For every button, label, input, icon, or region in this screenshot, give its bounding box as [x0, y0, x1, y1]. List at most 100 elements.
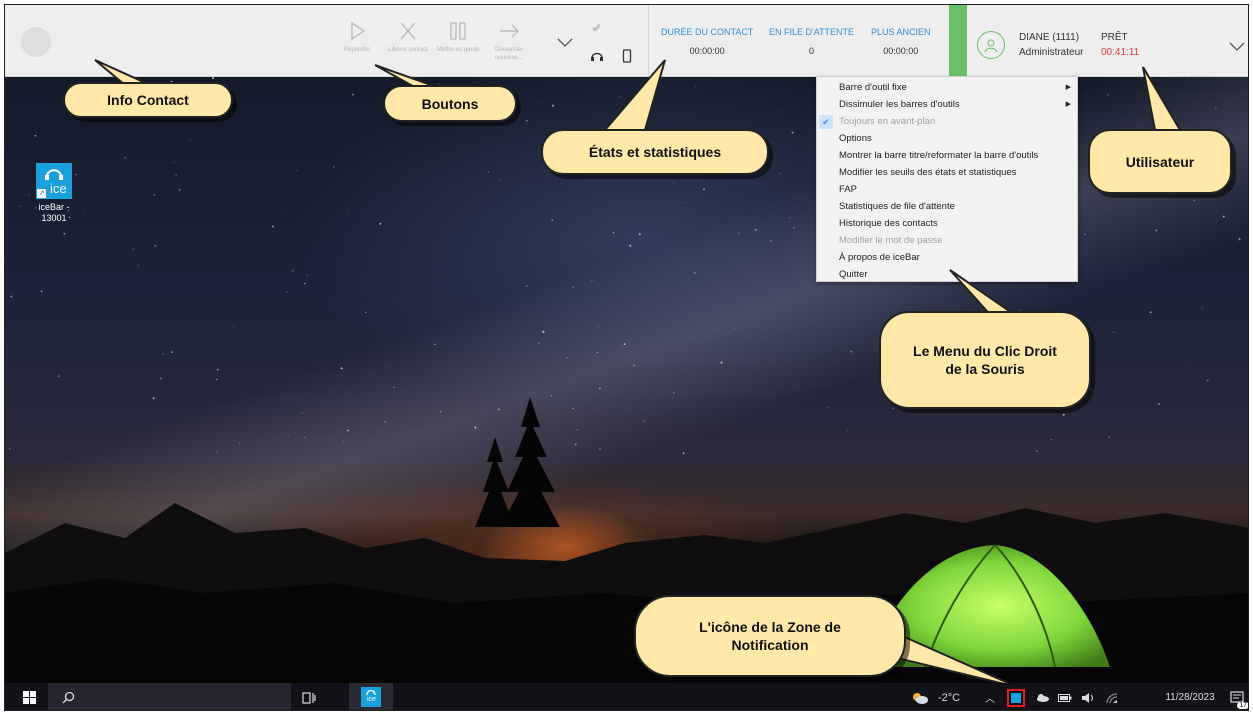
stat-queue: EN FILE D'ATTENTE 0	[769, 27, 854, 56]
statistics-panel: DURÉE DU CONTACT 00:00:00 EN FILE D'ATTE…	[648, 5, 948, 77]
onedrive-cloud-icon[interactable]	[1033, 683, 1053, 710]
weather-icon[interactable]	[909, 683, 931, 710]
menu-item-always-on-top[interactable]: ✔ Toujours en avant-plan	[817, 113, 1077, 130]
star	[1222, 215, 1225, 218]
star	[629, 244, 632, 247]
answer-button[interactable]: Répondre	[332, 19, 382, 69]
star	[313, 260, 314, 261]
menu-item-label: Statistiques de file d'attente	[839, 201, 955, 212]
windows-logo-icon	[22, 691, 36, 704]
menu-item-about[interactable]: À propos de iceBar	[817, 249, 1077, 266]
taskbar-icebar-app[interactable]: ice	[349, 683, 393, 710]
star	[662, 236, 663, 238]
shortcut-arrow-icon: ↗	[37, 189, 46, 198]
star	[1084, 233, 1086, 235]
star	[591, 279, 593, 282]
release-contact-button[interactable]: Libérer contact	[383, 19, 433, 69]
menu-item-contact-history[interactable]: Historique des contacts	[817, 215, 1077, 232]
callout-info-contact: Info Contact	[63, 82, 233, 118]
menu-item-hide-toolbars[interactable]: Dissimuler les barres d'outils ▶	[817, 96, 1077, 113]
hold-button[interactable]: Mettre en garde	[433, 19, 483, 69]
star	[379, 222, 382, 225]
search-icon	[62, 691, 75, 704]
star	[576, 428, 579, 431]
star	[703, 188, 705, 191]
notification-count-badge: 17	[1237, 702, 1248, 709]
task-view-button[interactable]	[293, 683, 325, 710]
phone-icon[interactable]	[590, 21, 604, 35]
icebar-taskbar-icon: ice	[361, 686, 381, 707]
star	[412, 270, 414, 272]
star	[10, 295, 13, 298]
star	[615, 289, 616, 291]
star	[34, 134, 37, 137]
headset-icon[interactable]	[590, 49, 604, 63]
star	[1209, 416, 1211, 417]
icebar-tile-text: ice	[50, 181, 67, 196]
callout-notification-icon: L'icône de la Zone de Notification	[634, 595, 906, 677]
star	[92, 138, 94, 139]
stat-queue-value: 0	[809, 46, 815, 56]
star	[312, 363, 313, 364]
menu-item-fixed-toolbar[interactable]: Barre d'outil fixe ▶	[817, 79, 1077, 96]
contact-avatar[interactable]	[21, 27, 51, 57]
stat-queue-label: EN FILE D'ATTENTE	[769, 27, 855, 37]
request-new-button[interactable]: Demander nouveau...	[484, 19, 534, 69]
mobile-phone-icon[interactable]	[622, 49, 632, 63]
menu-item-quit[interactable]: Quitter	[817, 266, 1077, 283]
star	[189, 140, 191, 142]
show-hidden-icons-chevron-icon[interactable]: ︿	[980, 683, 1000, 710]
star	[152, 397, 155, 400]
menu-item-label: Quitter	[839, 269, 868, 280]
notification-area-icebar-icon-highlight[interactable]	[1004, 683, 1028, 710]
star	[508, 161, 510, 163]
star	[792, 226, 795, 229]
star	[57, 375, 60, 378]
icebar-tray-icon	[1011, 692, 1021, 703]
screenshot-frame: Répondre Libérer contact Mettre en garde…	[4, 4, 1249, 711]
icebar-desktop-shortcut[interactable]: ice ↗ iceBar - 13001	[27, 163, 81, 224]
start-button[interactable]	[13, 683, 45, 710]
menu-item-label: Historique des contacts	[839, 218, 938, 229]
more-buttons-chevron-icon[interactable]	[556, 37, 574, 49]
pause-icon	[450, 22, 466, 40]
headset-icon	[366, 689, 376, 695]
taskbar-search-box[interactable]	[48, 683, 291, 710]
star	[40, 290, 43, 293]
menu-item-label: Montrer la barre titre/reformater la bar…	[839, 150, 1039, 161]
star	[124, 156, 127, 159]
star	[5, 261, 6, 263]
menu-item-label: Modifier le mot de passe	[839, 235, 943, 246]
hold-button-label: Mettre en garde	[436, 47, 480, 53]
star	[1117, 292, 1119, 294]
state-dropdown-chevron-icon[interactable]	[1229, 41, 1245, 52]
network-wifi-icon[interactable]	[1101, 683, 1123, 710]
volume-icon[interactable]	[1077, 683, 1099, 710]
battery-icon[interactable]	[1055, 683, 1075, 710]
menu-item-options[interactable]: Options	[817, 130, 1077, 147]
taskbar-date[interactable]: 11/28/2023	[1155, 683, 1225, 710]
menu-item-fap[interactable]: FAP	[817, 181, 1077, 198]
user-avatar[interactable]	[977, 31, 1005, 59]
menu-item-queue-statistics[interactable]: Statistiques de file d'attente	[817, 198, 1077, 215]
menu-item-change-password[interactable]: Modifier le mot de passe	[817, 232, 1077, 249]
star	[791, 131, 794, 134]
menu-item-show-titlebar[interactable]: Montrer la barre titre/reformater la bar…	[817, 147, 1077, 164]
star	[1101, 307, 1103, 309]
agent-state-label[interactable]: PRÊT	[1101, 32, 1128, 43]
star	[365, 311, 367, 314]
star	[320, 256, 321, 258]
star	[892, 407, 894, 409]
action-center-button[interactable]: 17	[1227, 683, 1248, 710]
star	[672, 182, 674, 184]
star	[296, 170, 298, 172]
star	[487, 171, 489, 173]
menu-item-edit-thresholds[interactable]: Modifier les seuils des états et statist…	[817, 164, 1077, 181]
stat-contact-duration-value: 00:00:00	[689, 46, 725, 56]
callout-etats-statistiques: États et statistiques	[541, 129, 769, 175]
star	[662, 435, 663, 436]
star	[572, 407, 574, 410]
weather-temperature[interactable]: -2°C	[932, 683, 966, 710]
star	[173, 161, 175, 163]
star	[178, 189, 181, 191]
